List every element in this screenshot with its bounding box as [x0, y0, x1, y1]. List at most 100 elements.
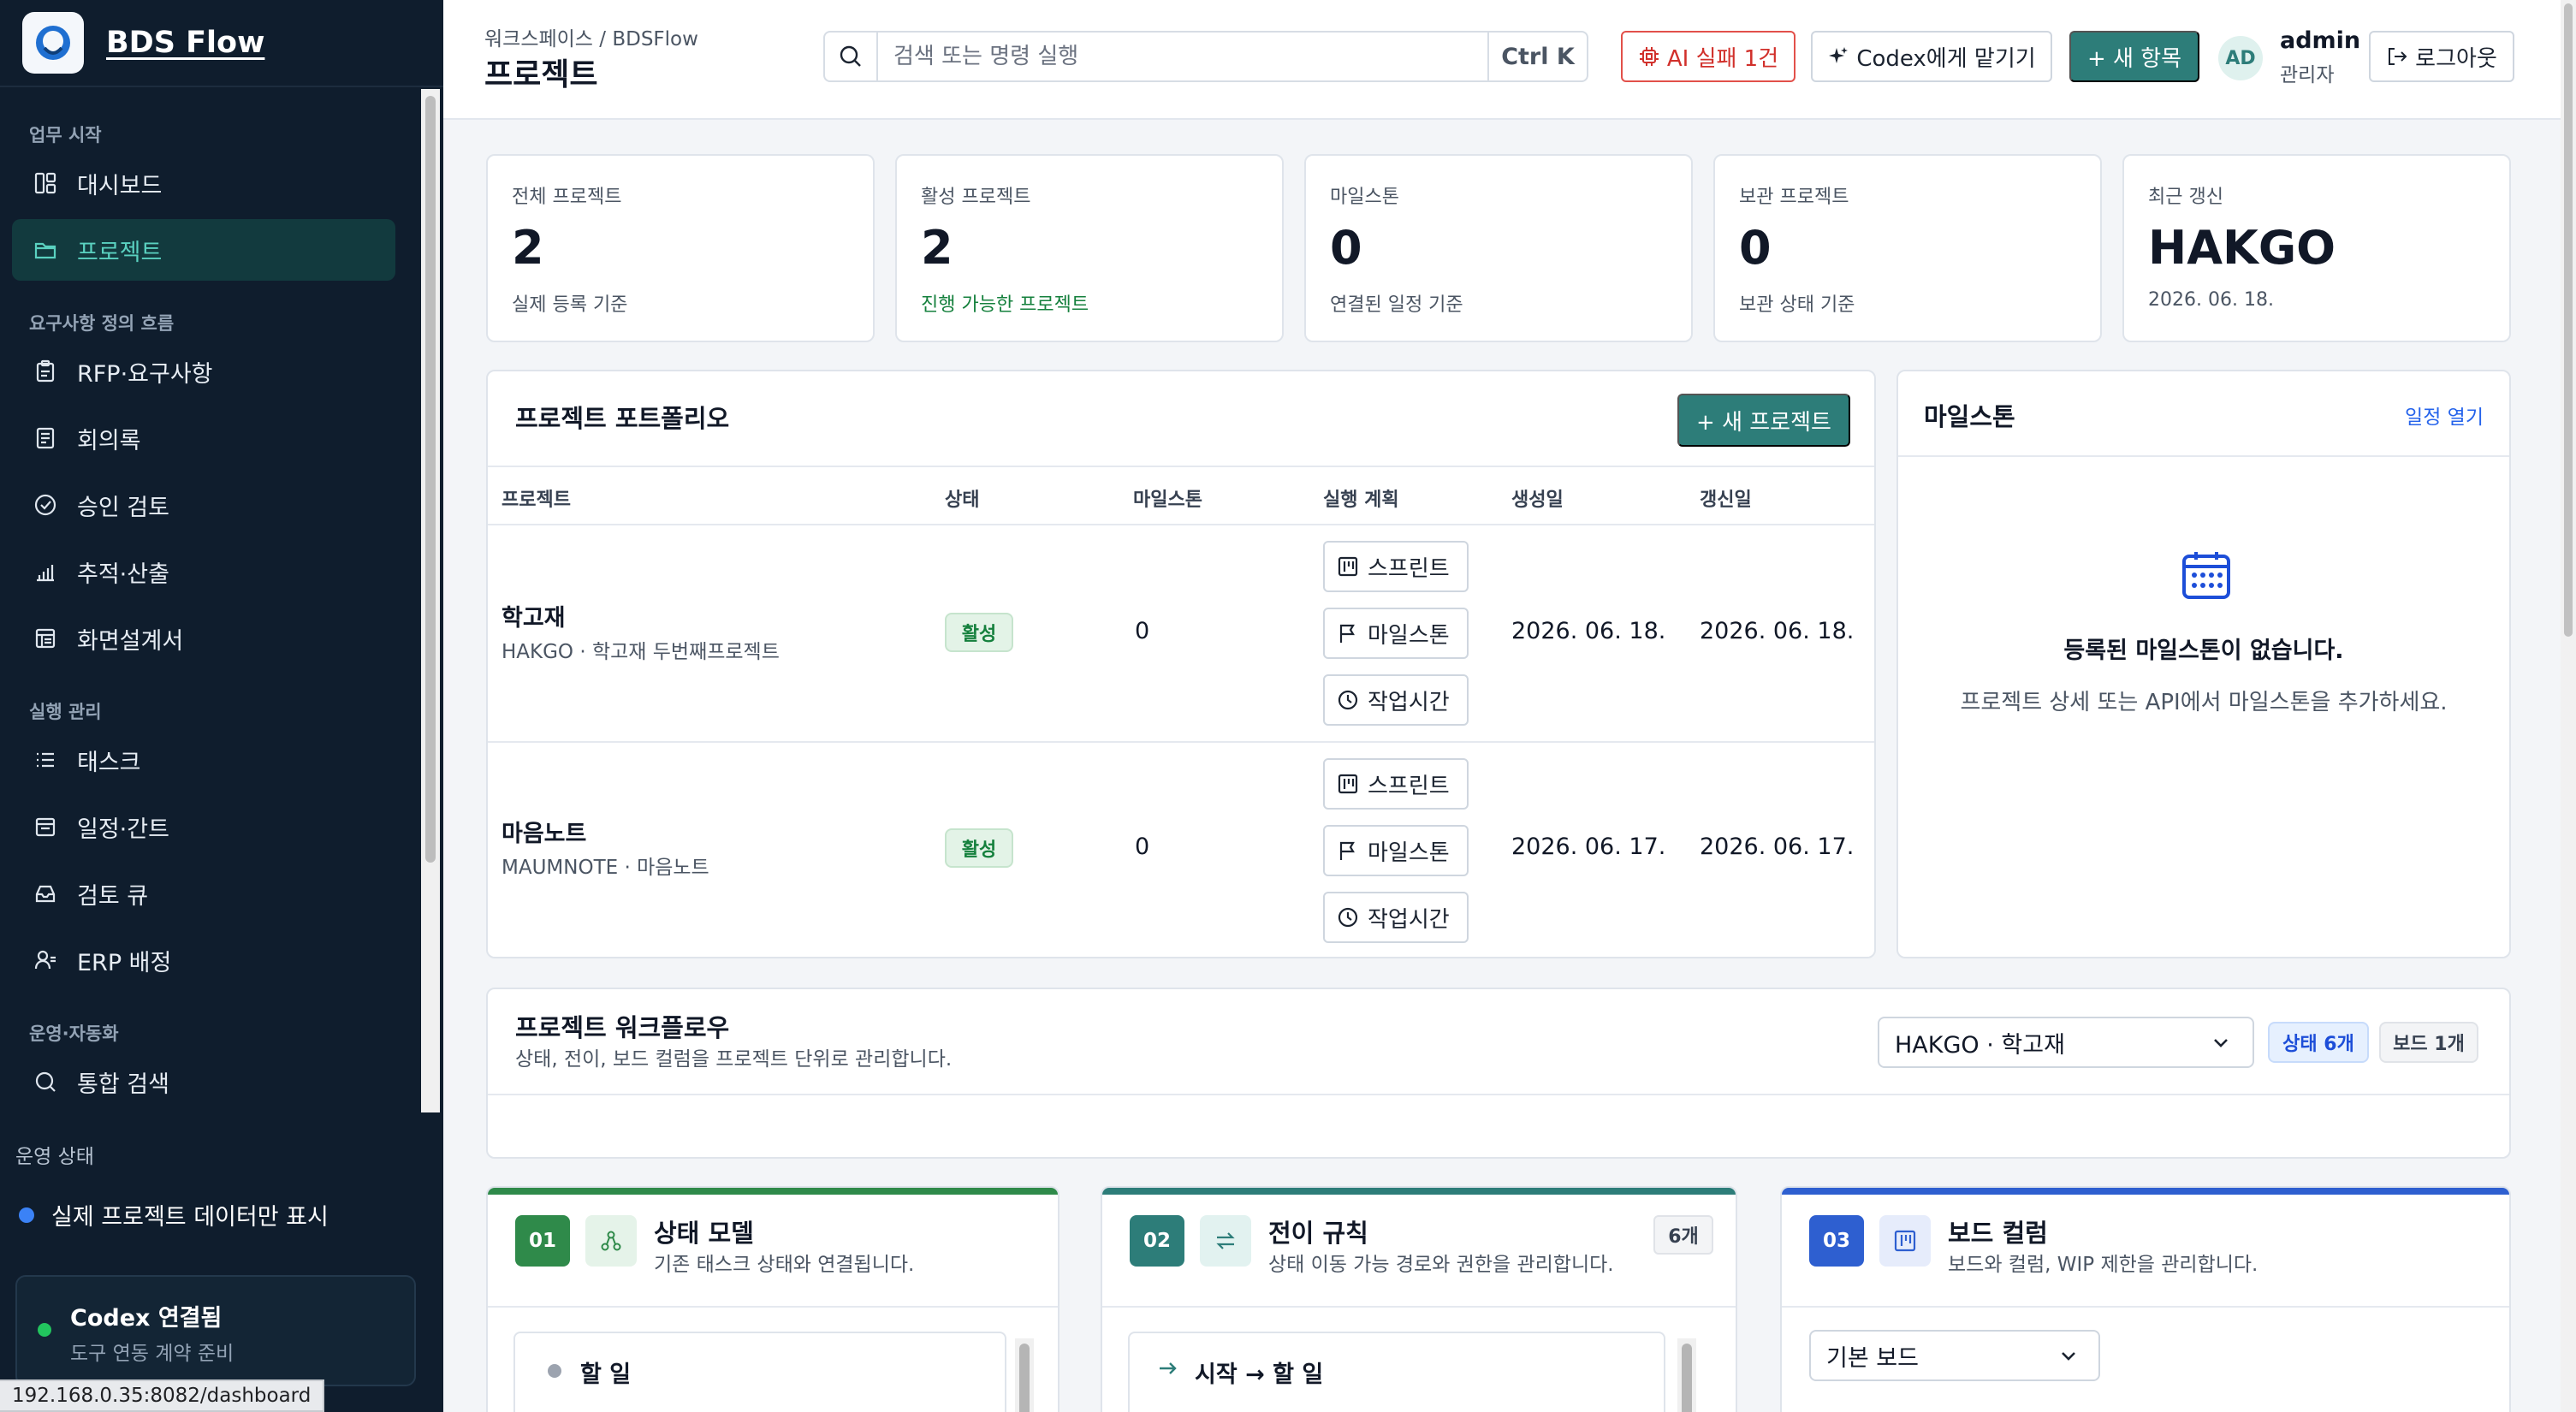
kanban-icon — [1338, 556, 1358, 577]
transition-item[interactable]: 시작 → 할 일 — [1128, 1332, 1665, 1412]
logout-icon — [2389, 48, 2407, 65]
clipboard-icon — [31, 357, 60, 386]
status-dot-icon — [19, 1207, 34, 1223]
sidebar-item-label: 추적·산출 — [77, 561, 169, 588]
sidebar-item-dashboard[interactable]: 대시보드 — [12, 152, 395, 214]
open-schedule-link[interactable]: 일정 열기 — [2405, 400, 2484, 430]
worktime-button[interactable]: 작업시간 — [1323, 892, 1469, 943]
sidebar-item-label: 검토 큐 — [77, 882, 149, 910]
column-header[interactable]: 생성일 — [1511, 484, 1564, 512]
project-name[interactable]: 학고재 — [502, 599, 566, 632]
milestone-button[interactable]: 마일스톤 — [1323, 608, 1469, 659]
sidebar-item-label: 일정·간트 — [77, 816, 169, 843]
inner-scrollbar[interactable] — [1015, 1338, 1034, 1412]
column-header[interactable]: 갱신일 — [1700, 484, 1752, 512]
ai-failure-label: AI 실패 1건 — [1666, 45, 1779, 72]
sidebar-item-projects[interactable]: 프로젝트 — [12, 219, 395, 281]
sidebar-item-schedule[interactable]: 일정·간트 — [12, 796, 395, 857]
created-date: 2026. 06. 17. — [1511, 834, 1666, 860]
card-desc: 보드와 컬럼, WIP 제한을 관리합니다. — [1948, 1254, 2258, 1276]
brand[interactable]: BDS Flow — [0, 0, 443, 87]
sidebar-item-label: ERP 배정 — [77, 949, 172, 976]
card-accent-bar — [1102, 1188, 1736, 1195]
sidebar-item-erp[interactable]: ERP 배정 — [12, 929, 395, 991]
ai-failure-button[interactable]: AI 실패 1건 — [1621, 31, 1795, 82]
created-date: 2026. 06. 18. — [1511, 618, 1666, 644]
scrollbar-thumb[interactable] — [1019, 1344, 1030, 1412]
dashboard-icon — [31, 169, 60, 198]
milestone-panel-title: 마일스톤 — [1924, 402, 2015, 431]
delegate-to-codex-button[interactable]: Codex에게 맡기기 — [1811, 31, 2052, 82]
state-item[interactable]: 할 일 — [513, 1332, 1006, 1412]
sidebar-item-trace[interactable]: 추적·산출 — [12, 541, 395, 602]
scrollbar-thumb[interactable] — [425, 96, 436, 863]
stat-value: 2 — [921, 221, 953, 275]
selected-project: HAKGO · 학고재 — [1895, 1031, 2065, 1059]
sidebar-item-review-queue[interactable]: 검토 큐 — [12, 863, 395, 924]
worktime-button[interactable]: 작업시간 — [1323, 674, 1469, 726]
milestone-label: 마일스톤 — [1368, 839, 1450, 865]
kanban-icon — [1338, 774, 1358, 794]
divider — [1102, 1306, 1736, 1308]
ops-status-title: 운영 상태 — [15, 1146, 94, 1168]
sidebar-item-search[interactable]: 통합 검색 — [12, 1051, 395, 1112]
browser-status-url: 192.168.0.35:8082/dashboard — [0, 1379, 325, 1412]
new-project-button[interactable]: + 새 프로젝트 — [1677, 394, 1850, 447]
step-number: 02 — [1130, 1215, 1184, 1267]
sidebar-item-approval[interactable]: 승인 검토 — [12, 474, 395, 536]
search-input[interactable] — [880, 34, 1436, 79]
board-count-badge: 보드 1개 — [2379, 1022, 2478, 1063]
column-header[interactable]: 프로젝트 — [502, 484, 571, 512]
new-item-button[interactable]: + 새 항목 — [2069, 31, 2199, 82]
avatar[interactable]: AD — [2218, 36, 2263, 80]
user-role: 관리자 — [2280, 64, 2335, 86]
brand-name[interactable]: BDS Flow — [106, 26, 264, 60]
milestone-button[interactable]: 마일스톤 — [1323, 825, 1469, 876]
search-icon — [31, 1067, 60, 1096]
search-shortcut: Ctrl K — [1487, 33, 1587, 80]
topbar: 워크스페이스 / BDSFlow 프로젝트 Ctrl K AI 실패 1건 Co… — [443, 0, 2561, 120]
clock-icon — [1338, 907, 1358, 928]
scrollbar-thumb[interactable] — [1682, 1344, 1692, 1412]
sidebar-scrollbar[interactable] — [421, 89, 440, 1112]
step-number: 01 — [515, 1215, 570, 1267]
sidebar-item-minutes[interactable]: 회의록 — [12, 407, 395, 469]
sidebar-item-screen-spec[interactable]: 화면설계서 — [12, 608, 395, 669]
codex-status-title: Codex 연결됨 — [70, 1305, 223, 1332]
table-row[interactable]: 마음노트 MAUMNOTE · 마음노트 활성 0 스프린트 마일스톤 작업시간… — [488, 741, 1874, 957]
logout-button[interactable]: 로그아웃 — [2369, 31, 2514, 82]
step-number: 03 — [1809, 1215, 1864, 1267]
project-workflow-panel: 프로젝트 워크플로우 상태, 전이, 보드 컬럼을 프로젝트 단위로 관리합니다… — [486, 988, 2511, 1159]
sprint-button[interactable]: 스프린트 — [1323, 758, 1469, 810]
inner-scrollbar[interactable] — [1677, 1338, 1696, 1412]
workflow-desc: 상태, 전이, 보드 컬럼을 프로젝트 단위로 관리합니다. — [515, 1048, 953, 1071]
stat-card-archived: 보관 프로젝트 0 보관 상태 기준 — [1713, 154, 2102, 342]
sidebar-item-rfp[interactable]: RFP·요구사항 — [12, 341, 395, 402]
breadcrumb[interactable]: 워크스페이스 / BDSFlow — [484, 22, 698, 51]
ops-status-text: 실제 프로젝트 데이터만 표시 — [51, 1204, 329, 1231]
sidebar-item-tasks[interactable]: 태스크 — [12, 729, 395, 791]
workflow-project-select[interactable]: HAKGO · 학고재 — [1878, 1017, 2254, 1068]
nav-section-title: 업무 시작 — [29, 125, 102, 145]
stat-sub: 보관 상태 기준 — [1739, 294, 1855, 316]
ops-status-line: 실제 프로젝트 데이터만 표시 — [19, 1198, 329, 1231]
selected-board: 기본 보드 — [1826, 1344, 1919, 1372]
codex-status-card[interactable]: Codex 연결됨 도구 연동 계약 준비 — [15, 1275, 416, 1386]
project-name[interactable]: 마음노트 — [502, 815, 586, 848]
table-row[interactable]: 학고재 HAKGO · 학고재 두번째프로젝트 활성 0 스프린트 마일스톤 작… — [488, 525, 1874, 741]
sprint-label: 스프린트 — [1368, 555, 1450, 581]
codex-button-label: Codex에게 맡기기 — [1856, 45, 2036, 72]
column-header[interactable]: 마일스톤 — [1133, 484, 1202, 512]
sidebar-item-label: 통합 검색 — [77, 1071, 169, 1098]
column-header[interactable]: 실행 계획 — [1323, 484, 1399, 512]
board-select[interactable]: 기본 보드 — [1809, 1330, 2100, 1381]
page-scrollbar[interactable] — [2561, 0, 2576, 1412]
bar-chart-icon — [31, 557, 60, 586]
document-icon — [31, 424, 60, 453]
scrollbar-thumb[interactable] — [2564, 3, 2573, 637]
milestone-count: 0 — [1135, 834, 1150, 860]
stat-value: HAKGO — [2148, 221, 2336, 275]
stat-card-milestones: 마일스톤 0 연결된 일정 기준 — [1304, 154, 1693, 342]
sprint-button[interactable]: 스프린트 — [1323, 541, 1469, 592]
column-header[interactable]: 상태 — [945, 484, 979, 512]
